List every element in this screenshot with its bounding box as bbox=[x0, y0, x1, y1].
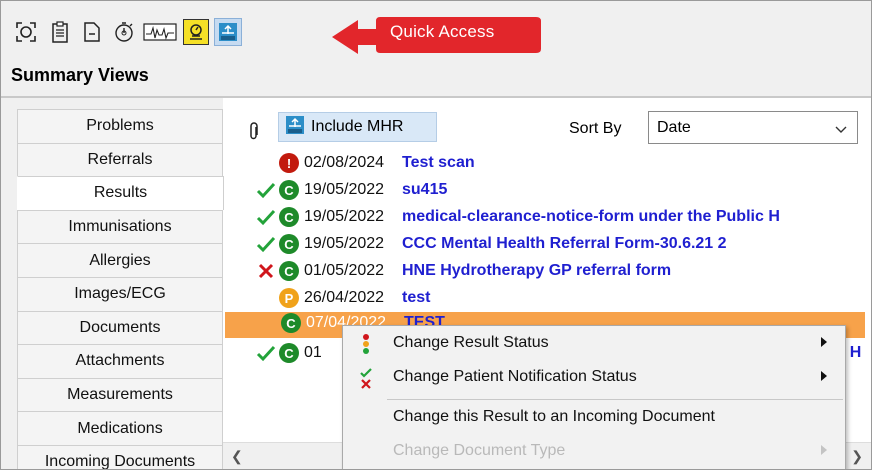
nav-item-problems[interactable]: Problems bbox=[17, 109, 223, 143]
nav-item-label: Results bbox=[93, 184, 148, 202]
result-row[interactable]: C 19/05/2022 medical-clearance-notice-form… bbox=[223, 206, 871, 230]
nav-item-label: Problems bbox=[86, 117, 154, 135]
include-mhr-button[interactable]: Include MHR bbox=[278, 112, 437, 142]
nav-item-label: Immunisations bbox=[68, 218, 172, 236]
nav-item-immunisations[interactable]: Immunisations bbox=[17, 209, 223, 244]
nav-item-label: Allergies bbox=[89, 251, 151, 269]
result-date: 02/08/2024 bbox=[304, 154, 385, 171]
include-mhr-label: Include MHR bbox=[311, 118, 404, 135]
menu-item-change-notification-status[interactable]: Change Patient Notification Status bbox=[343, 360, 845, 394]
document-icon[interactable] bbox=[79, 19, 105, 45]
menu-item-change-document-type: Change Document Type bbox=[343, 434, 845, 468]
nav-item-label: Incoming Documents bbox=[44, 453, 196, 470]
nav-item-label: Medications bbox=[77, 419, 163, 437]
paperclip-icon[interactable] bbox=[249, 122, 259, 144]
app-window: Quick Access Summary Views Problems Refe… bbox=[0, 0, 872, 470]
result-title-link[interactable]: medical-clearance-notice-form under the … bbox=[402, 208, 780, 226]
result-status-icon: P bbox=[279, 288, 299, 308]
submenu-arrow-icon bbox=[821, 337, 827, 347]
traffic-light-icon bbox=[359, 333, 379, 355]
check-icon bbox=[256, 234, 276, 254]
menu-item-label: Change Patient Notification Status bbox=[393, 368, 637, 385]
check-icon bbox=[256, 343, 276, 363]
quick-access-callout: Quick Access bbox=[332, 16, 542, 54]
result-row[interactable]: C 19/05/2022 su415 bbox=[223, 179, 871, 203]
result-row[interactable]: C 01/05/2022 HNE Hydrotherapy GP referral … bbox=[223, 260, 871, 284]
menu-item-change-to-incoming-document[interactable]: Change this Result to an Incoming Docume… bbox=[343, 400, 845, 434]
result-date: 19/05/2022 bbox=[304, 235, 385, 252]
nav-item-images-ecg[interactable]: Images/ECG bbox=[17, 276, 223, 311]
nav-item-label: Attachments bbox=[75, 352, 165, 370]
result-date: 01 bbox=[304, 344, 322, 361]
nav-item-medications[interactable]: Medications bbox=[17, 411, 223, 445]
result-title-link[interactable]: Test scan bbox=[402, 154, 475, 172]
sort-by-label: Sort By bbox=[569, 120, 622, 137]
result-status-icon: C bbox=[279, 207, 299, 227]
nav-item-label: Images/ECG bbox=[74, 285, 166, 303]
check-cross-icon bbox=[359, 367, 379, 389]
result-date: 19/05/2022 bbox=[304, 208, 385, 225]
result-status-icon: C bbox=[281, 313, 301, 333]
nav-item-attachments[interactable]: Attachments bbox=[17, 344, 223, 378]
cross-icon bbox=[256, 261, 276, 281]
result-status-icon: C bbox=[279, 234, 299, 254]
scan-icon[interactable] bbox=[13, 19, 39, 45]
result-title-link[interactable]: su415 bbox=[402, 181, 447, 199]
result-row[interactable]: ! 02/08/2024 Test scan bbox=[223, 152, 871, 176]
sort-by-select[interactable]: Date bbox=[648, 111, 858, 144]
check-icon bbox=[256, 207, 276, 227]
page-title: Summary Views bbox=[11, 65, 149, 85]
empty-notification-slot bbox=[256, 153, 276, 173]
summary-nav: Problems Referrals Results Immunisations… bbox=[17, 109, 224, 470]
quick-access-toolbar: Quick Access bbox=[1, 1, 871, 61]
submenu-arrow-icon bbox=[821, 445, 827, 455]
check-icon bbox=[256, 180, 276, 200]
result-status-icon: ! bbox=[279, 153, 299, 173]
result-title-link[interactable]: CCC Mental Health Referral Form-30.6.21 … bbox=[402, 235, 727, 253]
empty-notification-slot bbox=[258, 313, 278, 333]
weight-scale-icon[interactable] bbox=[183, 19, 209, 45]
empty-notification-slot bbox=[256, 288, 276, 308]
result-status-icon: C bbox=[279, 261, 299, 281]
nav-item-results[interactable]: Results bbox=[17, 176, 224, 210]
nav-item-referrals[interactable]: Referrals bbox=[17, 142, 223, 177]
sort-by-value: Date bbox=[657, 118, 691, 136]
nav-item-label: Referrals bbox=[87, 150, 153, 168]
context-menu: Change Result Status Change Patient Noti… bbox=[342, 325, 846, 469]
clipboard-icon[interactable] bbox=[47, 19, 73, 45]
result-status-icon: C bbox=[279, 180, 299, 200]
callout-label: Quick Access bbox=[390, 22, 495, 41]
nav-item-measurements[interactable]: Measurements bbox=[17, 377, 223, 412]
ecg-icon[interactable] bbox=[143, 19, 177, 45]
menu-item-change-result-status[interactable]: Change Result Status bbox=[343, 326, 845, 360]
result-date: 26/04/2022 bbox=[304, 289, 385, 306]
nav-item-label: Documents bbox=[79, 318, 161, 336]
result-row[interactable]: P 26/04/2022 test bbox=[223, 287, 871, 311]
result-status-icon: C bbox=[279, 343, 299, 363]
result-date: 01/05/2022 bbox=[304, 262, 385, 279]
nav-item-documents[interactable]: Documents bbox=[17, 310, 223, 345]
mhr-icon bbox=[285, 115, 305, 140]
result-title-link[interactable]: test bbox=[402, 289, 430, 307]
scroll-left-icon[interactable]: ❮ bbox=[231, 448, 243, 465]
menu-item-label: Change this Result to an Incoming Docume… bbox=[393, 408, 715, 425]
chevron-down-icon bbox=[835, 121, 847, 139]
submenu-arrow-icon bbox=[821, 371, 827, 381]
nav-item-incoming-documents[interactable]: Incoming Documents bbox=[17, 444, 223, 470]
nav-item-allergies[interactable]: Allergies bbox=[17, 243, 223, 277]
result-row[interactable]: C 19/05/2022 CCC Mental Health Referral Fo… bbox=[223, 233, 871, 257]
stopwatch-icon[interactable] bbox=[111, 19, 137, 45]
menu-item-label: Change Document Type bbox=[393, 442, 566, 459]
result-title-link[interactable]: HNE Hydrotherapy GP referral form bbox=[402, 262, 671, 280]
nav-item-label: Measurements bbox=[67, 386, 173, 404]
menu-item-label: Change Result Status bbox=[393, 334, 549, 351]
result-date: 19/05/2022 bbox=[304, 181, 385, 198]
scroll-right-icon[interactable]: ❯ bbox=[851, 448, 863, 465]
mhr-icon[interactable] bbox=[214, 18, 242, 46]
